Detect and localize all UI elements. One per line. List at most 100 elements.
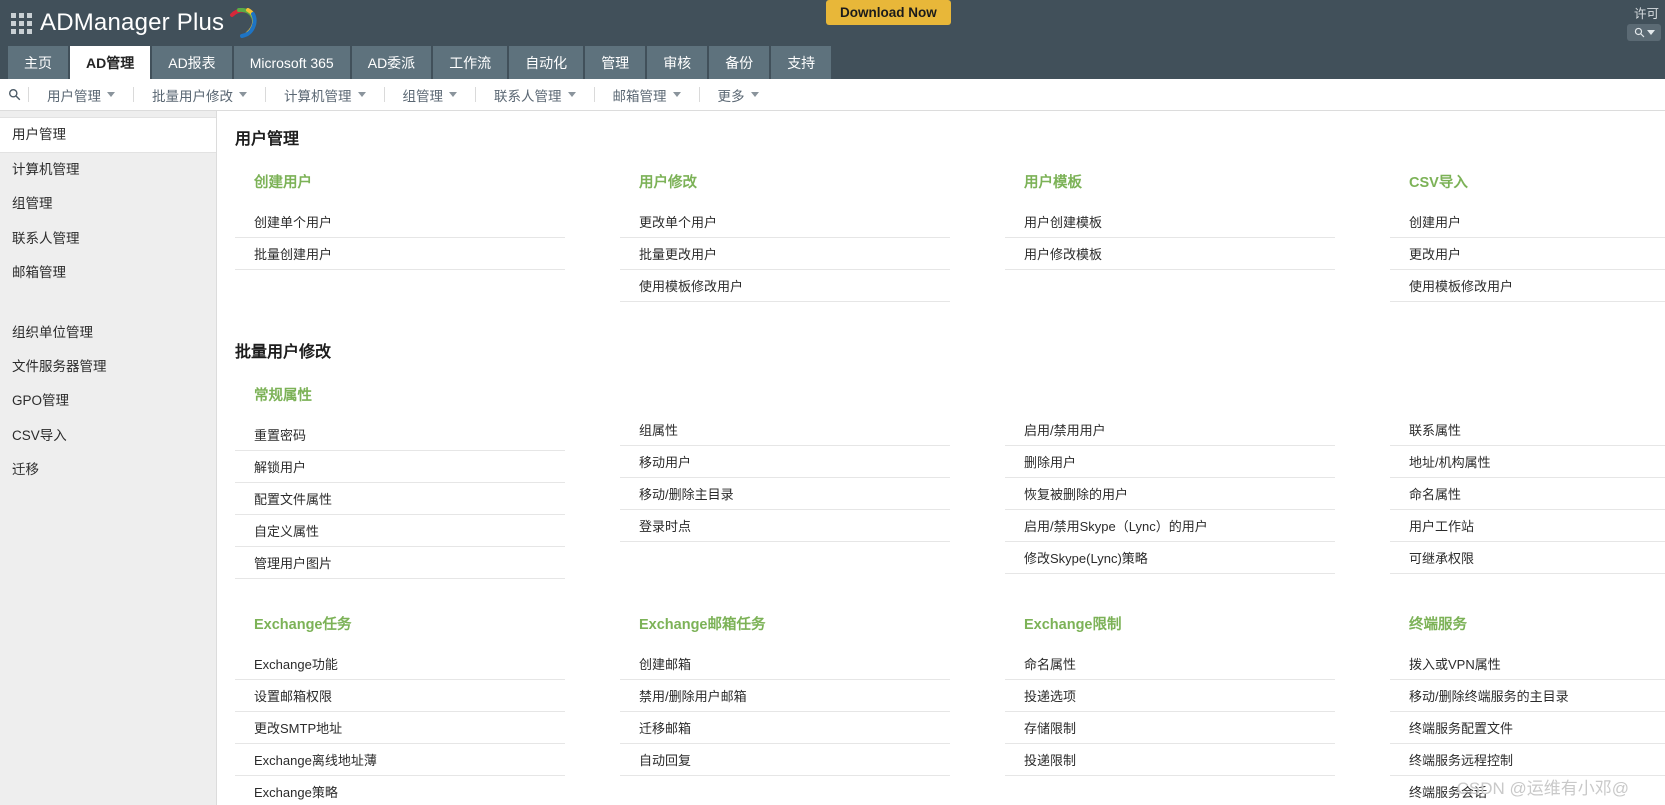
column-heading: 创建用户 [235, 171, 565, 192]
list-item[interactable]: 管理用户图片 [235, 547, 565, 579]
list-item[interactable]: Exchange策略 [235, 776, 565, 805]
subnav-item-4[interactable]: 联系人管理 [478, 85, 592, 105]
list-item[interactable]: 更改SMTP地址 [235, 712, 565, 744]
list-item[interactable]: Exchange功能 [235, 648, 565, 680]
sidebar-item-group2-0[interactable]: 组织单位管理 [0, 316, 216, 350]
list-item[interactable]: 自定义属性 [235, 515, 565, 547]
subnav-item-3[interactable]: 组管理 [387, 85, 474, 105]
list-item[interactable]: 联系属性 [1390, 414, 1665, 446]
tab-8[interactable]: 审核 [647, 46, 707, 79]
license-label[interactable]: 许可 [1634, 3, 1659, 22]
header-search-button[interactable] [1627, 24, 1661, 41]
list-item[interactable]: 解锁用户 [235, 451, 565, 483]
download-now-button[interactable]: Download Now [826, 0, 951, 25]
subnav-search-button[interactable] [2, 88, 26, 101]
list-item[interactable]: 创建单个用户 [235, 206, 565, 238]
tab-7[interactable]: 管理 [585, 46, 645, 79]
tab-9[interactable]: 备份 [709, 46, 769, 79]
list-item[interactable]: 移动/删除终端服务的主目录 [1390, 680, 1665, 712]
chevron-down-icon [239, 92, 247, 97]
list-item[interactable]: 设置邮箱权限 [235, 680, 565, 712]
sidebar-item-group1-0[interactable]: 用户管理 [0, 117, 216, 153]
tab-4[interactable]: AD委派 [352, 46, 431, 79]
list-item[interactable]: 登录时点 [620, 510, 950, 542]
list-item[interactable]: 移动/删除主目录 [620, 478, 950, 510]
subnav-item-label: 更多 [718, 85, 745, 105]
list-item[interactable]: 批量更改用户 [620, 238, 950, 270]
subnav-item-0[interactable]: 用户管理 [31, 85, 131, 105]
list-item[interactable]: Exchange离线地址薄 [235, 744, 565, 776]
sidebar-group-divider [0, 290, 216, 316]
list-item[interactable]: 配置文件属性 [235, 483, 565, 515]
list-item[interactable]: 启用/禁用用户 [1005, 414, 1335, 446]
list-item[interactable]: 终端服务会话 [1390, 776, 1665, 805]
subnav-divider [133, 87, 134, 102]
list-item[interactable]: 投递选项 [1005, 680, 1335, 712]
list-item[interactable]: 拨入或VPN属性 [1390, 648, 1665, 680]
subnav-item-2[interactable]: 计算机管理 [268, 85, 382, 105]
column-heading: 用户模板 [1005, 171, 1335, 192]
chevron-down-icon [358, 92, 366, 97]
list-item[interactable]: 使用模板修改用户 [620, 270, 950, 302]
column-heading: 终端服务 [1390, 613, 1665, 634]
column-heading [620, 384, 950, 400]
list-item[interactable]: 移动用户 [620, 446, 950, 478]
list-item[interactable]: 迁移邮箱 [620, 712, 950, 744]
subnav-divider [699, 87, 700, 102]
list-item[interactable]: 命名属性 [1005, 648, 1335, 680]
tab-label: AD报表 [168, 53, 215, 73]
list-item[interactable]: 投递限制 [1005, 744, 1335, 776]
list-item[interactable]: 用户创建模板 [1005, 206, 1335, 238]
sidebar-item-label: 邮箱管理 [12, 265, 66, 280]
list-item[interactable]: 用户修改模板 [1005, 238, 1335, 270]
subnav-item-label: 联系人管理 [494, 85, 562, 105]
brand-label: ADManager Plus [40, 9, 224, 37]
sidebar-item-label: 计算机管理 [12, 162, 80, 177]
subnav-item-1[interactable]: 批量用户修改 [136, 85, 263, 105]
list-item[interactable]: 更改用户 [1390, 238, 1665, 270]
list-item[interactable]: 终端服务配置文件 [1390, 712, 1665, 744]
list-item[interactable]: 地址/机构属性 [1390, 446, 1665, 478]
list-item[interactable]: 可继承权限 [1390, 542, 1665, 574]
sidebar-item-group1-4[interactable]: 邮箱管理 [0, 256, 216, 290]
tab-3[interactable]: Microsoft 365 [234, 46, 350, 79]
tab-10[interactable]: 支持 [771, 46, 831, 79]
tab-0[interactable]: 主页 [8, 46, 68, 79]
subnav-item-5[interactable]: 邮箱管理 [597, 85, 697, 105]
list-item[interactable]: 恢复被删除的用户 [1005, 478, 1335, 510]
subnav-item-6[interactable]: 更多 [702, 85, 775, 105]
list-item[interactable]: 终端服务远程控制 [1390, 744, 1665, 776]
sidebar-item-group2-2[interactable]: GPO管理 [0, 384, 216, 418]
list-item[interactable]: 组属性 [620, 414, 950, 446]
list-item[interactable]: 使用模板修改用户 [1390, 270, 1665, 302]
list-item[interactable]: 重置密码 [235, 419, 565, 451]
tab-2[interactable]: AD报表 [152, 46, 231, 79]
sidebar-item-group2-4[interactable]: 迁移 [0, 453, 216, 487]
tab-1[interactable]: AD管理 [70, 46, 150, 79]
list-item[interactable]: 批量创建用户 [235, 238, 565, 270]
tab-label: 主页 [24, 53, 52, 73]
tab-label: AD管理 [86, 53, 134, 73]
sidebar-item-group1-1[interactable]: 计算机管理 [0, 153, 216, 187]
apps-grid-icon[interactable] [8, 10, 34, 36]
list-item[interactable]: 创建邮箱 [620, 648, 950, 680]
list-item[interactable]: 用户工作站 [1390, 510, 1665, 542]
list-item[interactable]: 创建用户 [1390, 206, 1665, 238]
chevron-down-icon [449, 92, 457, 97]
sidebar-item-group2-1[interactable]: 文件服务器管理 [0, 350, 216, 384]
list-item[interactable]: 修改Skype(Lync)策略 [1005, 542, 1335, 574]
section-grid-2: Exchange任务Exchange功能设置邮箱权限更改SMTP地址Exchan… [235, 613, 1665, 805]
list-item[interactable]: 禁用/删除用户邮箱 [620, 680, 950, 712]
sidebar-item-group1-3[interactable]: 联系人管理 [0, 222, 216, 256]
tab-5[interactable]: 工作流 [433, 46, 507, 79]
sidebar-item-group2-3[interactable]: CSV导入 [0, 419, 216, 453]
list-item[interactable]: 启用/禁用Skype（Lync）的用户 [1005, 510, 1335, 542]
column-heading: Exchange任务 [235, 613, 565, 634]
list-item[interactable]: 自动回复 [620, 744, 950, 776]
list-item[interactable]: 删除用户 [1005, 446, 1335, 478]
tab-6[interactable]: 自动化 [509, 46, 583, 79]
list-item[interactable]: 存储限制 [1005, 712, 1335, 744]
sidebar-item-group1-2[interactable]: 组管理 [0, 187, 216, 221]
list-item[interactable]: 更改单个用户 [620, 206, 950, 238]
list-item[interactable]: 命名属性 [1390, 478, 1665, 510]
